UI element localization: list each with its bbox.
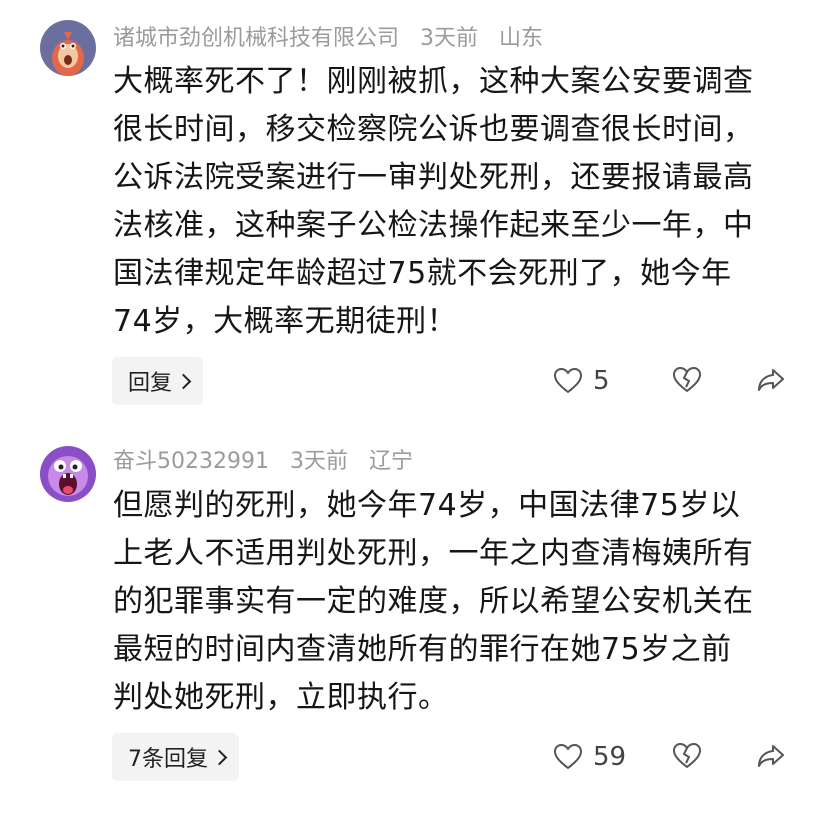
- reply-button[interactable]: 回复: [112, 357, 204, 405]
- view-replies-button[interactable]: 7条回复: [112, 733, 239, 781]
- comment-line: 国法律规定年龄超过75就不会死刑了，她今年: [113, 256, 732, 291]
- comment-line: 很长时间，移交检察院公诉也要调查很长时间，: [113, 112, 754, 147]
- dislike-button[interactable]: [672, 742, 702, 774]
- comment-line: 但愿判的死刑，她今年74岁，中国法律75岁以: [113, 488, 741, 523]
- chevron-right-icon: [211, 749, 228, 765]
- reply-label: 回复: [128, 371, 173, 396]
- comment-line: 法核准，这种案子公检法操作起来至少一年，中: [113, 208, 754, 243]
- like-count: 5: [593, 366, 610, 396]
- comment-meta: 诸城市劲创机械科技有限公司 3天前 山东: [113, 24, 557, 54]
- like-count: 59: [593, 742, 627, 772]
- broken-heart-icon: [673, 367, 701, 392]
- comment-line: 大概率死不了！刚刚被抓，这种大案公安要调查: [113, 64, 754, 99]
- share-arrow-icon: [758, 369, 784, 391]
- heart-outline-icon: [554, 744, 582, 769]
- dislike-button[interactable]: [672, 366, 702, 398]
- cartoon-creature-avatar-icon: [40, 20, 96, 76]
- comment-line: 上老人不适用判处死刑，一年之内查清梅姨所有: [113, 536, 754, 571]
- comment-time: 3天前: [420, 26, 479, 51]
- share-button[interactable]: [756, 742, 786, 774]
- broken-heart-icon: [673, 743, 701, 768]
- comment-line: 的犯罪事实有一定的难度，所以希望公安机关在: [113, 584, 754, 619]
- author-name[interactable]: 诸城市劲创机械科技有限公司: [113, 26, 399, 51]
- heart-outline-icon: [554, 368, 582, 393]
- avatar[interactable]: [40, 446, 96, 502]
- comment-meta: 奋斗50232991 3天前 辽宁: [113, 447, 427, 477]
- share-button[interactable]: [756, 366, 786, 398]
- comment-location: 辽宁: [368, 449, 413, 474]
- reply-label: 7条回复: [128, 747, 208, 772]
- comment-line: 最短的时间内查清她所有的罪行在她75岁之前: [113, 632, 732, 667]
- like-button[interactable]: 59: [553, 739, 626, 775]
- comment-line: 判处她死刑，立即执行。: [113, 680, 449, 715]
- like-button[interactable]: 5: [553, 363, 610, 399]
- chevron-right-icon: [175, 373, 192, 389]
- author-name[interactable]: 奋斗50232991: [113, 449, 269, 474]
- comment-body: 大概率死不了！刚刚被抓，这种大案公安要调查 很长时间，移交检察院公诉也要调查很长…: [113, 58, 803, 346]
- comment-line: 公诉法院受案进行一审判处死刑，还要报请最高: [113, 160, 754, 195]
- comment-line: 74岁，大概率无期徒刑！: [113, 304, 458, 339]
- avatar[interactable]: [40, 20, 96, 76]
- comment-time: 3天前: [289, 449, 348, 474]
- share-arrow-icon: [758, 745, 784, 767]
- comment-body: 但愿判的死刑，她今年74岁，中国法律75岁以 上老人不适用判处死刑，一年之内查清…: [113, 482, 803, 722]
- comment-item: 诸城市劲创机械科技有限公司 3天前 山东 大概率死不了！刚刚被抓，这种大案公安要…: [0, 0, 828, 420]
- comment-location: 山东: [499, 26, 544, 51]
- screaming-monster-avatar-icon: [40, 446, 96, 502]
- comment-item: 奋斗50232991 3天前 辽宁 但愿判的死刑，她今年74岁，中国法律75岁以…: [0, 420, 828, 816]
